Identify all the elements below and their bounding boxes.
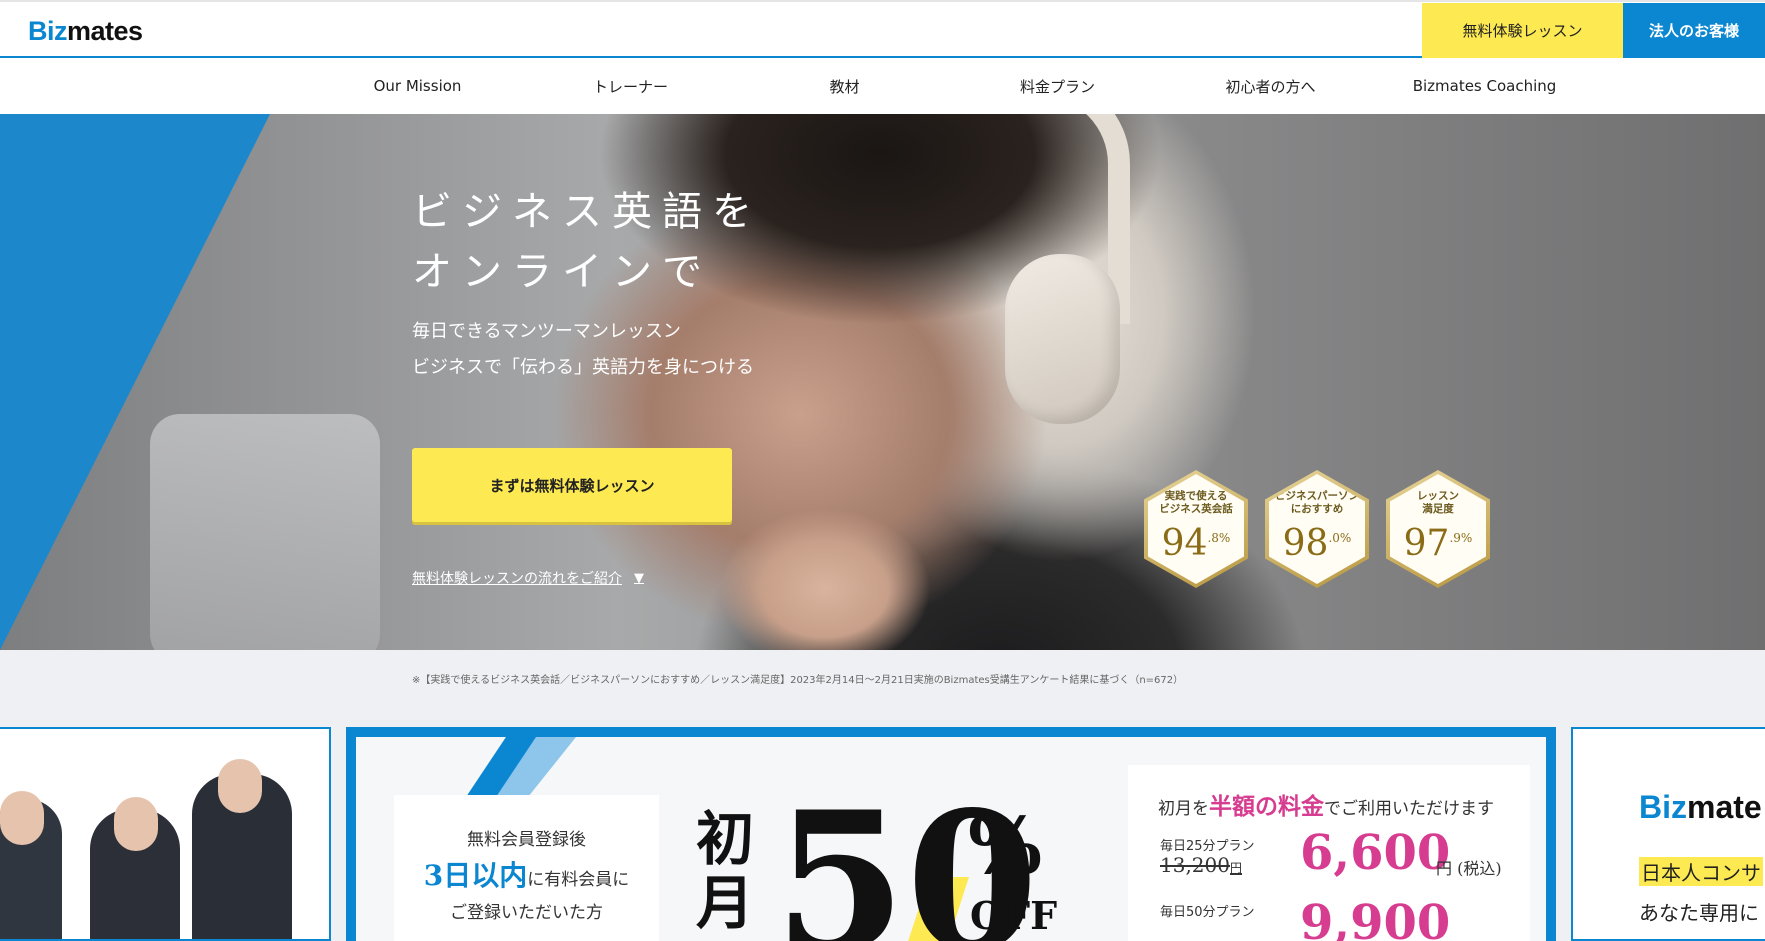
- price-box: 初月を半額の料金でご利用いただけます 毎日25分プラン 13,200円 6,60…: [1128, 765, 1530, 941]
- award-badges: 実践で使える ビジネス英会話 94.8% ビジネスパーソン におすすめ 98.0…: [1144, 470, 1494, 590]
- badge-business-english: 実践で使える ビジネス英会話 94.8%: [1144, 470, 1248, 588]
- plan-25-name: 毎日25分プラン: [1160, 839, 1255, 854]
- badge-satisfaction: レッスン 満足度 97.9%: [1386, 470, 1490, 588]
- hero-title: ビジネス英語を オンラインで: [412, 189, 762, 295]
- laptop-image: [150, 414, 380, 650]
- nav-beginners[interactable]: 初心者の方へ: [1164, 58, 1377, 114]
- free-trial-button[interactable]: 無料体験レッスン: [1422, 3, 1623, 58]
- plan-25-old-price: 13,200円: [1160, 853, 1242, 877]
- plan-50-name: 毎日50分プラン: [1160, 905, 1255, 920]
- badge-recommended: ビジネスパーソン におすすめ 98.0%: [1265, 470, 1369, 588]
- carousel-card-next[interactable]: Bizmate 日本人コンサ あなた専用に: [1571, 727, 1765, 941]
- hand-image: [720, 509, 930, 650]
- top-header: Bizmates 無料体験レッスン 法人のお客様: [0, 0, 1765, 58]
- nav-coaching[interactable]: Bizmates Coaching: [1378, 58, 1591, 114]
- plan-25-new-price: 6,600: [1300, 825, 1451, 881]
- hero-subtitle: 毎日できるマンツーマンレッスン ビジネスで「伝わる」英語力を身につける: [412, 321, 754, 378]
- bizmates-logo[interactable]: Bizmates: [28, 16, 143, 47]
- headphone-cup-image: [1005, 254, 1120, 424]
- nav-pricing[interactable]: 料金プラン: [951, 58, 1164, 114]
- plan-25-unit: 円 (税込): [1436, 859, 1502, 878]
- trial-flow-link[interactable]: 無料体験レッスンの流れをご紹介 ▼: [412, 568, 644, 588]
- plan-50-new-price: 9,900: [1300, 895, 1451, 941]
- percent-sign: %: [968, 801, 1043, 892]
- price-heading: 初月を半額の料金でご利用いただけます: [1158, 793, 1494, 820]
- nav-trainers[interactable]: トレーナー: [524, 58, 737, 114]
- survey-footnote: ※【実践で使えるビジネス英会話／ビジネスパーソンにおすすめ／レッスン満足度】20…: [412, 675, 1184, 686]
- nav-our-mission[interactable]: Our Mission: [311, 58, 524, 114]
- main-nav: Our Mission トレーナー 教材 料金プラン 初心者の方へ Bizmat…: [0, 58, 1765, 114]
- registration-condition: 無料会員登録後 3日以内に有料会員に ご登録いただいた方: [394, 795, 659, 941]
- carousel-card-prev[interactable]: [0, 727, 331, 941]
- hero-section: ビジネス英語を オンラインで 毎日できるマンツーマンレッスン ビジネスで「伝わる…: [0, 114, 1765, 650]
- triangle-down-icon: ▼: [634, 570, 644, 586]
- nav-materials[interactable]: 教材: [738, 58, 951, 114]
- off-label: OFF: [970, 893, 1058, 938]
- first-month-label: 初月: [696, 805, 755, 937]
- corporate-button[interactable]: 法人のお客様: [1623, 3, 1765, 58]
- hero-free-trial-button[interactable]: まずは無料体験レッスン: [412, 448, 732, 522]
- bizmates-logo: Bizmate: [1639, 789, 1762, 825]
- campaign-banner[interactable]: 無料会員登録後 3日以内に有料会員に ご登録いただいた方 初月 50 % OFF…: [346, 727, 1556, 941]
